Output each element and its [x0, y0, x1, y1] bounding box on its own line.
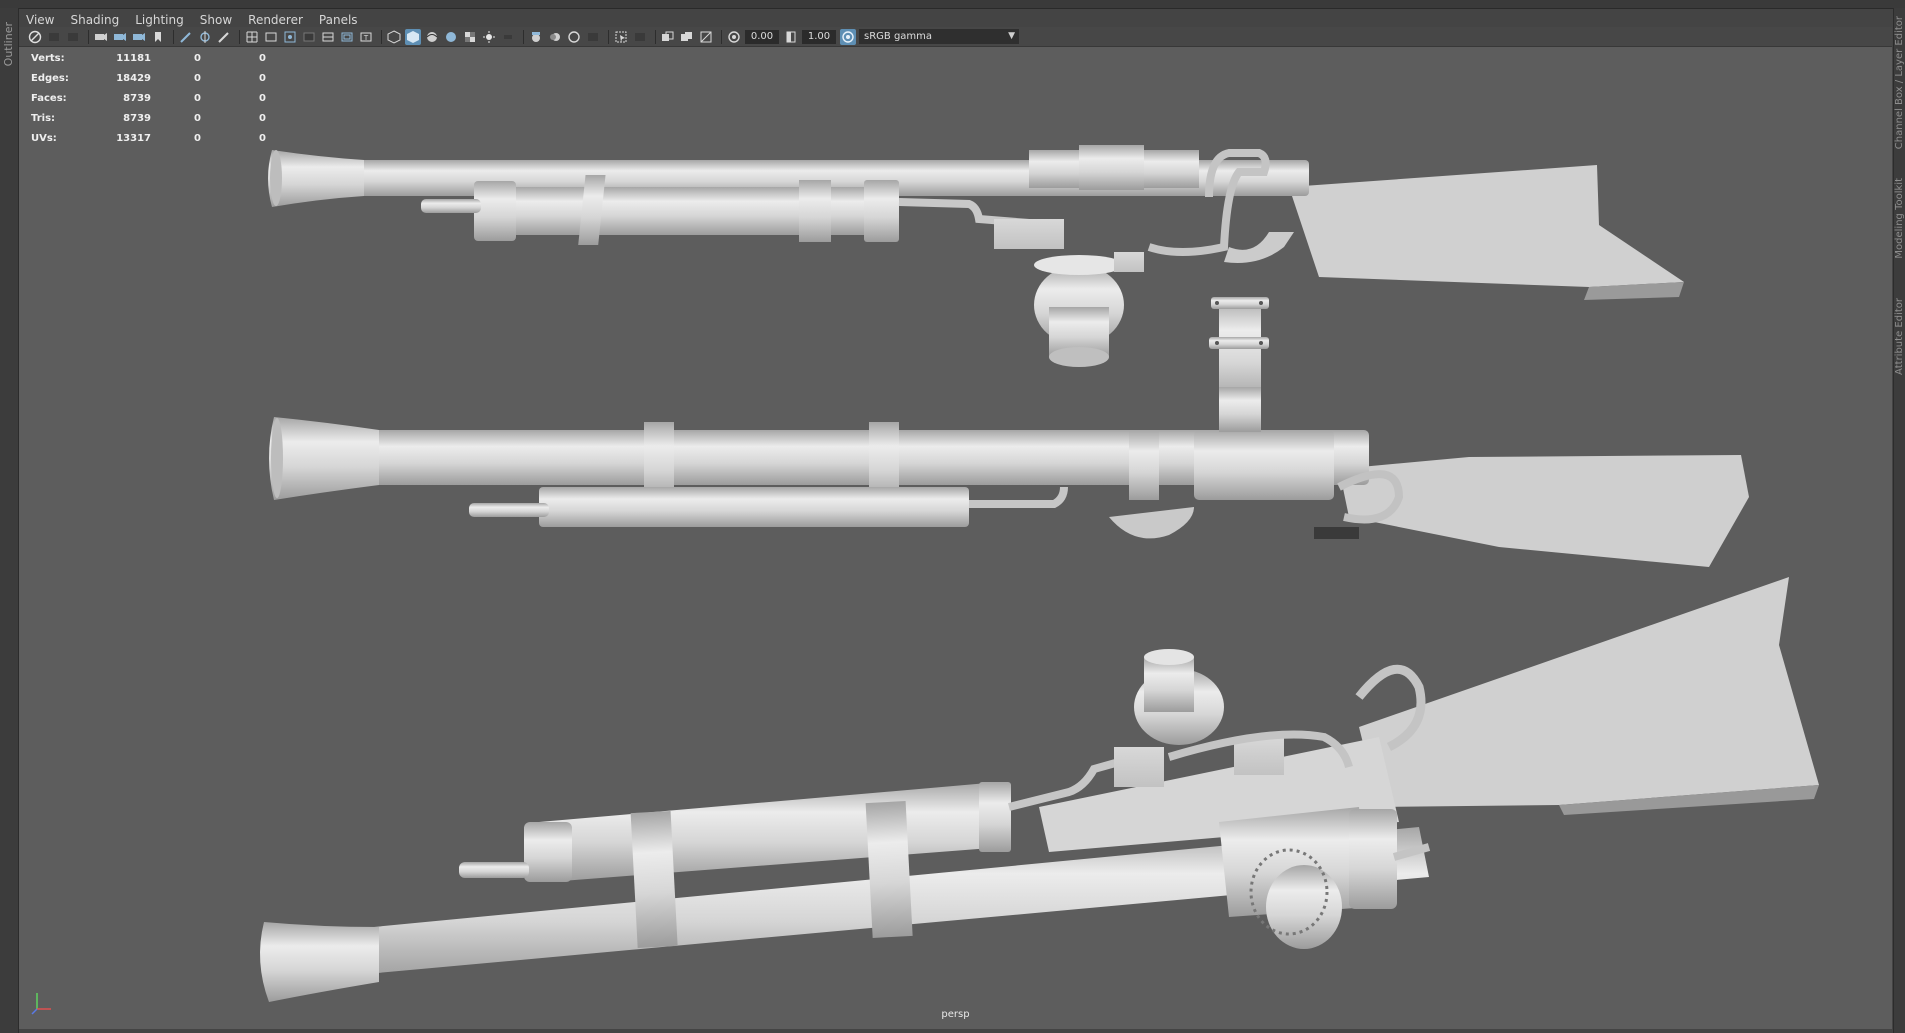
safe-action-icon[interactable]	[339, 29, 355, 45]
toolbar-separator	[88, 29, 89, 44]
anti-aliasing-icon[interactable]	[566, 29, 582, 45]
backface-culling-icon[interactable]	[698, 29, 714, 45]
checker-icon[interactable]	[462, 29, 478, 45]
color-management-icon[interactable]	[840, 28, 856, 45]
channel-box-tab[interactable]: Channel Box / Layer Editor	[1894, 16, 1905, 149]
2d-pan-zoom-icon[interactable]	[197, 29, 213, 45]
brush-icon[interactable]	[216, 29, 232, 45]
bookmarks-icon[interactable]	[93, 29, 109, 45]
ambient-occlusion-icon[interactable]	[528, 29, 544, 45]
rifle-model-side-view[interactable]	[269, 387, 1749, 567]
modeling-toolkit-tab[interactable]: Modeling Toolkit	[1894, 178, 1905, 259]
view-transform-value: sRGB gamma	[864, 31, 933, 42]
grease-pencil-icon[interactable]	[178, 29, 194, 45]
wireframe-icon[interactable]	[386, 29, 402, 45]
film-gate-icon[interactable]	[131, 29, 147, 45]
shadows-icon[interactable]	[500, 29, 516, 45]
grid-icon[interactable]	[244, 29, 260, 45]
safe-title-icon[interactable]: T	[358, 29, 374, 45]
camera-attributes-icon[interactable]	[65, 29, 81, 45]
toolbar-separator	[523, 29, 524, 44]
toolbar-separator	[608, 29, 609, 44]
panel-toolbar: T 0.00 1.00 sRGB gamma ▼	[19, 27, 1892, 47]
toolbar-separator	[239, 29, 240, 44]
resolution-gate-icon[interactable]	[282, 29, 298, 45]
rifle-model-perspective-view[interactable]	[260, 577, 1819, 1002]
use-all-lights-icon[interactable]	[481, 29, 497, 45]
select-camera-icon[interactable]	[27, 29, 43, 45]
window-top-strip	[0, 0, 1905, 9]
xray-active-components-icon[interactable]	[679, 29, 695, 45]
viewport-scene[interactable]	[19, 47, 1892, 1007]
textured-icon[interactable]	[443, 29, 459, 45]
camera-name-label: persp	[941, 1009, 970, 1020]
exposure-field[interactable]: 0.00	[745, 29, 779, 44]
toolbar-separator	[173, 29, 174, 44]
outliner-tab-label[interactable]: Outliner	[2, 22, 15, 66]
image-plane-icon[interactable]	[112, 29, 128, 45]
chevron-down-icon: ▼	[1008, 31, 1015, 41]
viewport-panel[interactable]: View Shading Lighting Show Renderer Panels T	[19, 9, 1892, 1029]
toolbar-separator	[721, 29, 722, 44]
film-gate-toggle-icon[interactable]	[263, 29, 279, 45]
gamma-icon[interactable]	[783, 29, 799, 45]
toolbar-separator	[655, 29, 656, 44]
panel-menu-bar: View Shading Lighting Show Renderer Panels	[19, 9, 1892, 27]
motion-blur-icon[interactable]	[547, 29, 563, 45]
bookmark-icon[interactable]	[150, 29, 166, 45]
xray-icon[interactable]	[632, 29, 648, 45]
view-transform-dropdown[interactable]: sRGB gamma ▼	[859, 29, 1019, 44]
right-side-tabs: Channel Box / Layer Editor Modeling Tool…	[1893, 8, 1905, 1033]
exposure-icon[interactable]	[726, 29, 742, 45]
isolate-select-icon[interactable]	[613, 29, 629, 45]
gamma-field[interactable]: 1.00	[802, 29, 836, 44]
rifle-model-top-view[interactable]	[268, 145, 1684, 407]
field-chart-icon[interactable]	[320, 29, 336, 45]
lock-camera-icon[interactable]	[46, 29, 62, 45]
svg-text:T: T	[363, 34, 369, 42]
outliner-side-tab[interactable]: Outliner	[0, 8, 19, 1033]
smooth-shade-all-icon[interactable]	[405, 28, 421, 45]
attribute-editor-tab[interactable]: Attribute Editor	[1894, 298, 1905, 375]
wireframe-on-shaded-icon[interactable]	[424, 29, 440, 45]
toolbar-separator	[381, 29, 382, 44]
depth-of-field-icon[interactable]	[585, 29, 601, 45]
gate-mask-icon[interactable]	[301, 29, 317, 45]
xray-joints-icon[interactable]	[660, 29, 676, 45]
